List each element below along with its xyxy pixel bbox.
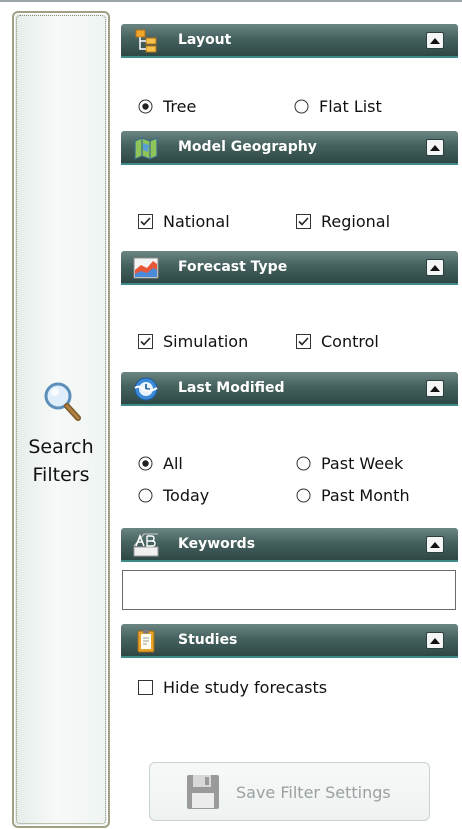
section-title: Last Modified xyxy=(178,380,285,396)
option-label: National xyxy=(163,212,230,231)
layout-tree-icon xyxy=(135,29,157,53)
keywords-input[interactable] xyxy=(122,570,456,610)
collapse-button[interactable] xyxy=(426,632,444,649)
option-label: Hide study forecasts xyxy=(163,678,328,697)
checkbox-checked-icon xyxy=(138,214,153,229)
option-label: Regional xyxy=(321,212,391,231)
collapse-button[interactable] xyxy=(426,380,444,397)
checkbox-checked-icon xyxy=(296,334,311,349)
collapse-button[interactable] xyxy=(426,259,444,276)
search-icon xyxy=(44,382,81,421)
section-title: Studies xyxy=(178,632,238,648)
option-label: Simulation xyxy=(163,332,249,351)
save-filter-settings-button[interactable]: Save Filter Settings xyxy=(149,762,430,821)
option-label: Control xyxy=(321,332,379,351)
studies-header[interactable]: Studies xyxy=(121,624,458,658)
map-icon xyxy=(134,137,158,160)
chevron-up-icon xyxy=(430,145,440,151)
model-geography-header[interactable]: Model Geography xyxy=(121,131,458,165)
checkbox-unchecked-icon xyxy=(138,680,153,695)
floppy-disk-icon xyxy=(187,775,219,809)
chevron-up-icon xyxy=(430,638,440,644)
radio-unchecked-icon xyxy=(296,488,311,503)
radio-unchecked-icon xyxy=(138,488,153,503)
keywords-ab-icon xyxy=(133,533,159,557)
keywords-header[interactable]: Keywords xyxy=(121,528,458,562)
search-filters-tab[interactable]: Search Filters xyxy=(12,11,110,828)
clipboard-icon xyxy=(137,629,155,653)
checkbox-checked-icon xyxy=(296,214,311,229)
radio-checked-icon xyxy=(138,456,153,471)
section-title: Keywords xyxy=(178,536,256,552)
section-title: Model Geography xyxy=(178,139,317,155)
layout-header[interactable]: Layout xyxy=(121,24,458,58)
option-label: Today xyxy=(163,486,210,505)
radio-unchecked-icon xyxy=(296,456,311,471)
last-modified-header[interactable]: Last Modified xyxy=(121,372,458,406)
radio-checked-icon xyxy=(138,99,153,114)
checkbox-checked-icon xyxy=(138,334,153,349)
tab-label-line2: Filters xyxy=(32,464,90,486)
forecast-type-header[interactable]: Forecast Type xyxy=(121,251,458,285)
option-label: Flat List xyxy=(319,97,382,116)
button-label: Save Filter Settings xyxy=(236,783,391,802)
chevron-up-icon xyxy=(430,265,440,271)
option-label: All xyxy=(163,454,183,473)
collapse-button[interactable] xyxy=(426,32,444,49)
chevron-up-icon xyxy=(430,542,440,548)
chevron-up-icon xyxy=(430,38,440,44)
top-divider xyxy=(0,0,462,2)
area-chart-icon xyxy=(133,257,159,279)
option-label: Tree xyxy=(163,97,197,116)
option-label: Past Week xyxy=(321,454,404,473)
option-label: Past Month xyxy=(321,486,410,505)
clock-refresh-icon xyxy=(134,377,158,401)
section-title: Layout xyxy=(178,32,232,48)
chevron-up-icon xyxy=(430,386,440,392)
section-title: Forecast Type xyxy=(178,259,288,275)
collapse-button[interactable] xyxy=(426,139,444,156)
tab-label-line1: Search xyxy=(28,436,94,458)
radio-unchecked-icon xyxy=(294,99,309,114)
collapse-button[interactable] xyxy=(426,536,444,553)
